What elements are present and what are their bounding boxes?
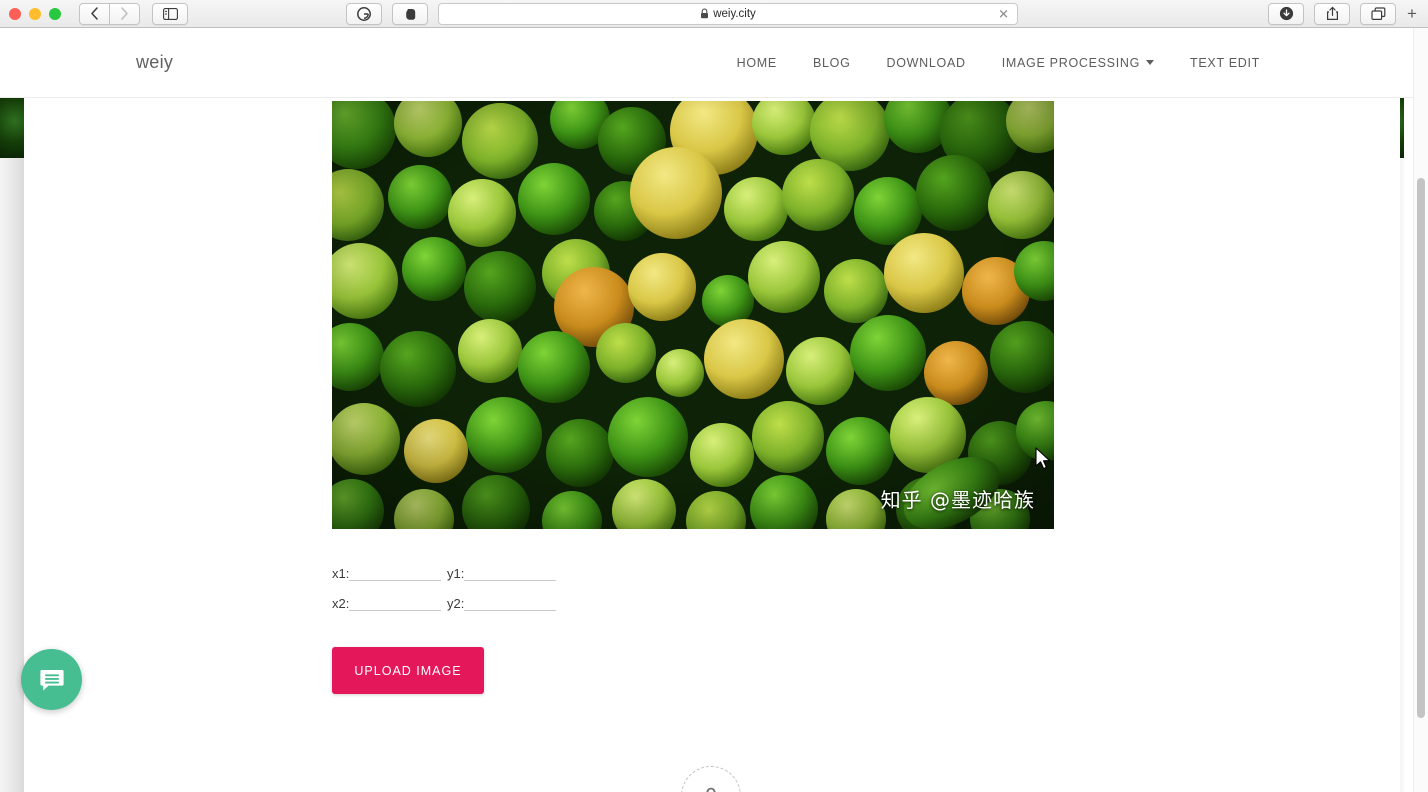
main-navigation: HOME BLOG DOWNLOAD IMAGE PROCESSING TEXT… <box>737 56 1260 70</box>
page-viewport: weiy HOME BLOG DOWNLOAD IMAGE PROCESSING… <box>0 28 1428 792</box>
nav-item-home[interactable]: HOME <box>737 56 777 70</box>
page-gutter-left <box>0 158 24 792</box>
nav-item-download[interactable]: DOWNLOAD <box>887 56 966 70</box>
coordinate-form: x1: y1: x2: y2: <box>332 564 556 624</box>
label-x2: x2: <box>332 596 350 611</box>
nav-item-blog[interactable]: BLOG <box>813 56 851 70</box>
back-button[interactable] <box>79 2 110 25</box>
nav-item-image-processing[interactable]: IMAGE PROCESSING <box>1001 55 1155 70</box>
image-watermark: 知乎 @墨迹哈族 <box>880 488 1035 512</box>
maximize-window-button[interactable] <box>49 7 61 20</box>
coordinate-row-2: x2: y2: <box>332 594 556 611</box>
share-upload-icon <box>1326 6 1338 20</box>
download-arrow-icon <box>1279 6 1293 21</box>
grammarly-extension-button[interactable] <box>346 2 382 25</box>
progress-indicator: 0 <box>681 766 741 792</box>
image-preview[interactable]: 知乎 @墨迹哈族 <box>332 101 1054 529</box>
chat-bubble-icon <box>39 669 64 691</box>
y2-input[interactable] <box>464 594 556 611</box>
new-tab-button[interactable]: + <box>1402 5 1422 22</box>
main-content: 知乎 @墨迹哈族 x1: y1: x2: y2: UPLOAD IMAGE 0 <box>24 98 1400 792</box>
share-button[interactable] <box>1314 2 1350 25</box>
label-x1: x1: <box>332 566 350 581</box>
upload-image-button[interactable]: UPLOAD IMAGE <box>332 647 484 694</box>
nav-label-image-processing: IMAGE PROCESSING <box>1001 55 1141 70</box>
forward-button[interactable] <box>109 2 140 25</box>
nav-label-download: DOWNLOAD <box>886 55 966 70</box>
chat-widget-button[interactable] <box>21 649 82 710</box>
grammarly-extension-icon <box>357 6 371 21</box>
vertical-scrollbar-thumb[interactable] <box>1417 178 1425 718</box>
nav-label-home: HOME <box>736 55 777 70</box>
chevron-down-icon <box>1146 60 1155 65</box>
downloads-button[interactable] <box>1268 2 1304 25</box>
evernote-extension-button[interactable] <box>392 2 428 25</box>
y1-input[interactable] <box>464 564 556 581</box>
limes-photo <box>332 101 1054 529</box>
navigation-buttons <box>79 2 140 25</box>
browser-toolbar: weiy.city ✕ + <box>0 0 1428 28</box>
window-controls <box>0 7 61 20</box>
minimize-window-button[interactable] <box>29 7 41 20</box>
address-bar[interactable]: weiy.city ✕ <box>438 2 1018 25</box>
sidebar-toggle-button[interactable] <box>152 2 188 25</box>
x2-input[interactable] <box>349 594 441 611</box>
label-y2: y2: <box>447 596 465 611</box>
sidebar-toggle-icon <box>162 7 178 20</box>
background-photo-left <box>0 96 24 158</box>
tab-overview-icon <box>1370 6 1385 20</box>
stop-loading-button[interactable]: ✕ <box>998 7 1009 20</box>
label-y1: y1: <box>447 566 465 581</box>
toolbar-right-actions <box>1268 2 1396 25</box>
site-logo[interactable]: weiy <box>136 52 173 73</box>
nav-label-blog: BLOG <box>812 55 851 70</box>
url-display: weiy.city <box>439 8 1017 20</box>
mouse-cursor <box>1035 447 1051 470</box>
chevron-left-icon <box>91 7 98 20</box>
close-window-button[interactable] <box>9 7 21 20</box>
tab-overview-button[interactable] <box>1360 2 1396 25</box>
nav-label-text-edit: TEXT EDIT <box>1190 55 1260 70</box>
chevron-right-icon <box>121 7 128 20</box>
url-text: weiy.city <box>713 7 756 20</box>
evernote-extension-icon <box>405 8 415 20</box>
coordinate-row-1: x1: y1: <box>332 564 556 581</box>
progress-value: 0 <box>705 784 718 792</box>
browser-extensions <box>346 2 428 25</box>
x1-input[interactable] <box>349 564 441 581</box>
padlock-icon <box>701 8 709 19</box>
nav-item-text-edit[interactable]: TEXT EDIT <box>1190 56 1260 70</box>
site-header: weiy HOME BLOG DOWNLOAD IMAGE PROCESSING… <box>0 28 1428 98</box>
